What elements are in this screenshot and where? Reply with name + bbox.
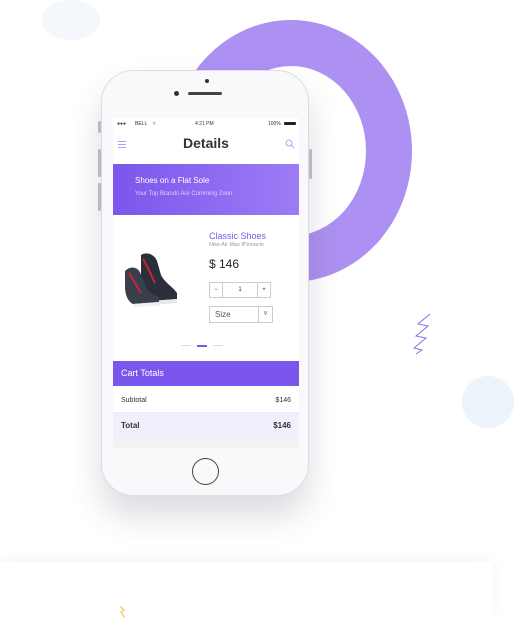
cart-row-value: $146 — [275, 397, 291, 404]
cart-row-label: Total — [121, 421, 140, 430]
shoe-image — [125, 253, 177, 307]
carousel-dots — [181, 345, 229, 347]
front-camera — [174, 91, 179, 96]
product-subtitle: Nike Air Max IPinnacle — [209, 242, 265, 248]
decor-blob-right — [462, 376, 514, 428]
side-button — [98, 121, 101, 133]
plus-icon[interactable]: + — [257, 283, 270, 297]
product-title[interactable]: Classic Shoes — [209, 231, 266, 241]
bottom-panel — [0, 562, 492, 618]
cart-header: Cart Totals — [113, 361, 299, 386]
product-price: $ 146 — [209, 257, 240, 271]
cart-row-total: Total $146 — [113, 413, 299, 439]
volume-down-button — [98, 183, 101, 211]
wifi-icon: ≈ — [153, 121, 156, 127]
quantity-value[interactable]: 1 — [222, 283, 258, 297]
sensor-dot — [205, 79, 209, 83]
power-button — [309, 149, 312, 179]
size-select[interactable]: Size ∨ — [209, 306, 273, 323]
signal-icon: ●●● — [117, 121, 127, 127]
carousel-dot[interactable] — [181, 345, 191, 346]
battery-percent: 100% — [268, 121, 281, 127]
battery-icon — [284, 122, 296, 125]
carousel-dot[interactable] — [213, 345, 223, 346]
cart-title: Cart Totals — [121, 368, 164, 378]
decor-squiggle-icon — [412, 313, 431, 355]
phone-screen: ●●● BELL ≈ 4:21 PM 100% Details Shoes on… — [113, 118, 299, 448]
spark-icon — [119, 606, 126, 618]
carrier-label: BELL — [135, 121, 148, 127]
speaker-grill — [188, 92, 222, 95]
home-button[interactable] — [192, 458, 219, 485]
chevron-down-icon[interactable]: ∨ — [258, 307, 272, 322]
cart-row-value: $146 — [273, 421, 291, 430]
status-bar: ●●● BELL ≈ 4:21 PM 100% — [113, 118, 299, 128]
quantity-stepper: − 1 + — [209, 282, 271, 298]
product-card: Classic Shoes Nike Air Max IPinnacle $ 1… — [113, 215, 299, 359]
banner-title: Shoes on a Flat Sole — [135, 176, 210, 185]
volume-up-button — [98, 149, 101, 177]
carousel-dot-active[interactable] — [197, 345, 207, 347]
size-label: Size — [215, 310, 231, 319]
promo-banner[interactable]: Shoes on a Flat Sole Your Top Brands Are… — [113, 164, 299, 215]
cart-row-subtotal: Subtotal $146 — [113, 389, 299, 413]
decor-blob-top — [42, 0, 100, 40]
screen-bottom-fade — [113, 439, 299, 448]
phone-mockup: ●●● BELL ≈ 4:21 PM 100% Details Shoes on… — [98, 70, 312, 496]
cart-row-label: Subtotal — [121, 397, 147, 404]
search-icon[interactable] — [285, 139, 295, 149]
status-time: 4:21 PM — [195, 121, 214, 127]
page-title: Details — [183, 135, 229, 151]
banner-subtitle: Your Top Brands Are Comming Zoon — [135, 191, 233, 197]
